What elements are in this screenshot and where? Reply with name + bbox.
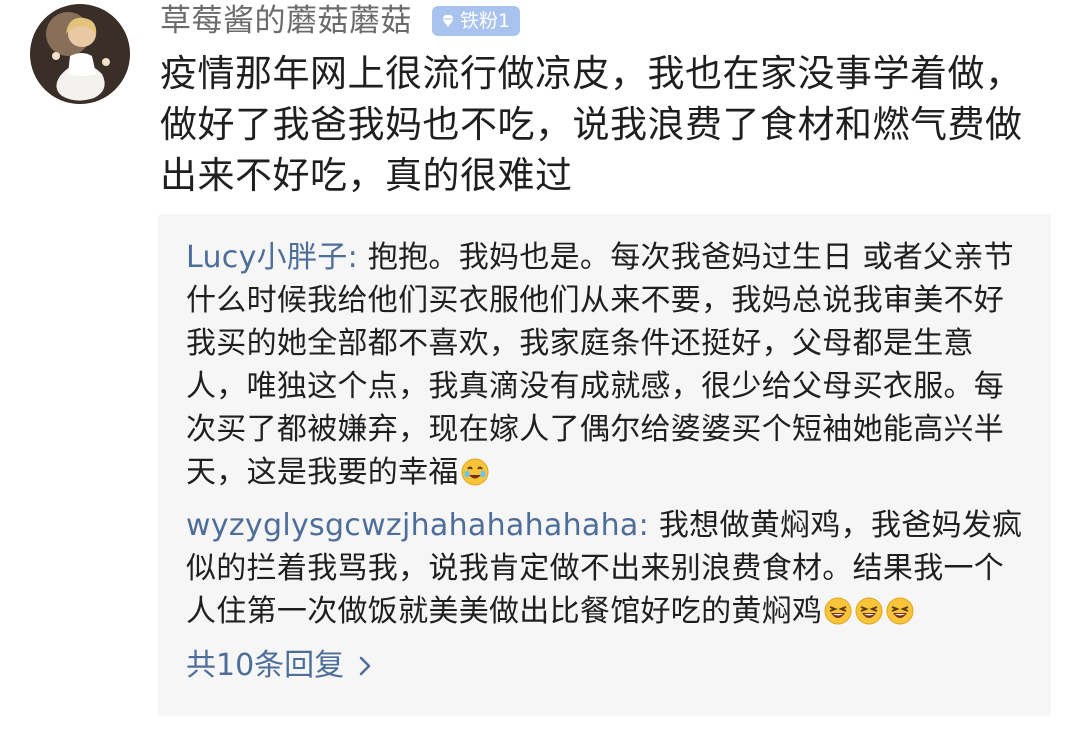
reply-author[interactable]: Lucy小胖子 [186,240,348,275]
reply-item: wyzyglysgcwzjhahahahahaha: 我想做黄焖鸡，我爸妈发疯似… [186,504,1026,633]
laughing-tears-emoji [823,596,853,626]
fan-level-label: 铁粉1 [460,10,511,32]
crying-smile-emoji [460,457,490,487]
chevron-right-icon [358,655,372,677]
laughing-tears-emoji [854,596,884,626]
reply-separator: : [638,508,650,543]
laughing-tears-emoji [885,596,915,626]
post-text: 疫情那年网上很流行做凉皮，我也在家没事学着做，做好了我爸我妈也不吃，说我浪费了食… [160,52,1023,197]
comment-card: 草莓酱的蘑菇蘑菇 铁粉1 疫情那年网上很流行做凉皮，我也在家没事学着做，做好了我… [0,0,1080,735]
reply-separator: : [347,240,358,275]
more-replies-link[interactable]: 共10条回复 [186,646,372,686]
fan-level-badge[interactable]: 铁粉1 [432,6,521,36]
avatar[interactable] [30,4,130,104]
username[interactable]: 草莓酱的蘑菇蘑菇 [160,1,412,41]
diamond-icon [440,13,456,29]
reply-text: 抱抱。我妈也是。每次我爸妈过生日 或者父亲节什么时候我给他们买衣服他们从来不要，… [186,240,1014,490]
more-replies-label: 共10条回复 [186,648,345,683]
reply-item: Lucy小胖子: 抱抱。我妈也是。每次我爸妈过生日 或者父亲节什么时候我给他们买… [186,236,1026,494]
reply-author[interactable]: wyzyglysgcwzjhahahahahaha [186,508,639,543]
replies-section: Lucy小胖子: 抱抱。我妈也是。每次我爸妈过生日 或者父亲节什么时候我给他们买… [158,214,1051,716]
